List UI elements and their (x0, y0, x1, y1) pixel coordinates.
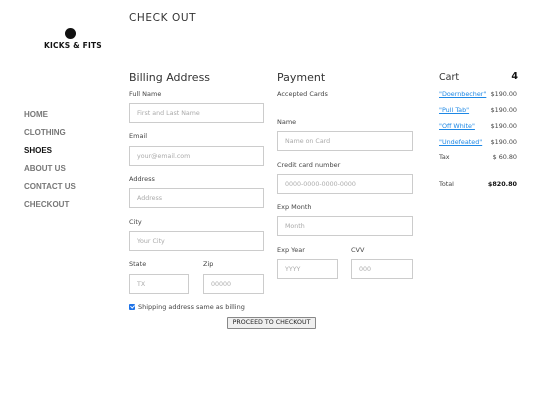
cart-tax-row: Tax $ 60.80 (439, 153, 517, 163)
nav-about-us[interactable]: ABOUT US (24, 164, 76, 182)
cart-item-price: $190.00 (490, 122, 517, 130)
nav-shoes[interactable]: SHOES (24, 146, 76, 164)
total-value: $820.80 (487, 180, 517, 188)
email-input[interactable] (129, 146, 264, 166)
card-name-label: Name (277, 118, 297, 126)
email-label: Email (129, 132, 148, 140)
cart-item-price: $190.00 (490, 138, 517, 146)
address-input[interactable] (129, 188, 264, 208)
exp-year-input[interactable] (277, 259, 338, 279)
cart-item: "Doernbecher" $190.00 (439, 90, 517, 100)
cart-item-link[interactable]: "Pull Tab" (439, 106, 469, 114)
card-name-input[interactable] (277, 131, 413, 151)
address-label: Address (129, 175, 155, 183)
exp-year-label: Exp Year (277, 246, 305, 254)
cvv-input[interactable] (351, 259, 413, 279)
logo-text: KICKS & FITS (44, 41, 102, 50)
cart-total-row: Total $820.80 (439, 180, 517, 190)
credit-card-label: Credit card number (277, 161, 341, 169)
tax-label: Tax (439, 153, 450, 161)
city-input[interactable] (129, 231, 264, 251)
cvv-label: CVV (351, 246, 365, 254)
tax-value: $ 60.80 (492, 153, 517, 161)
shipping-same-row[interactable]: Shipping address same as billing (129, 303, 245, 311)
zip-input[interactable] (203, 274, 264, 294)
exp-month-label: Exp Month (277, 203, 312, 211)
cart-item: "Pull Tab" $190.00 (439, 106, 517, 116)
cart-item: "Undefeated" $190.00 (439, 138, 517, 148)
total-label: Total (439, 180, 454, 188)
nav-contact-us[interactable]: CONTACT US (24, 182, 76, 200)
page-title: CHECK OUT (129, 12, 197, 24)
cart-item-link[interactable]: "Off White" (439, 122, 475, 130)
nav-clothing[interactable]: CLOTHING (24, 128, 76, 146)
brand-logo[interactable]: KICKS & FITS (44, 28, 102, 50)
cart-item: "Off White" $190.00 (439, 122, 517, 132)
billing-title: Billing Address (129, 71, 211, 84)
accepted-cards-label: Accepted Cards (277, 90, 328, 98)
fullname-label: Full Name (129, 90, 162, 98)
cart-title: Cart (439, 72, 460, 83)
city-label: City (129, 218, 142, 226)
exp-month-input[interactable] (277, 216, 413, 236)
cart-item-link[interactable]: "Undefeated" (439, 138, 482, 146)
state-label: State (129, 260, 147, 268)
logo-emblem-icon (64, 28, 76, 39)
cart-item-price: $190.00 (490, 90, 517, 98)
shipping-same-label: Shipping address same as billing (138, 303, 245, 311)
fullname-input[interactable] (129, 103, 264, 123)
nav-home[interactable]: HOME (24, 110, 76, 128)
zip-label: Zip (203, 260, 214, 268)
nav-checkout[interactable]: CHECKOUT (24, 200, 76, 218)
shipping-same-checkbox[interactable] (129, 304, 135, 310)
cart-item-price: $190.00 (490, 106, 517, 114)
cart-item-link[interactable]: "Doernbecher" (439, 90, 486, 98)
cart-count: 4 (511, 71, 518, 82)
credit-card-input[interactable] (277, 174, 413, 194)
state-input[interactable] (129, 274, 189, 294)
proceed-to-checkout-button[interactable]: PROCEED TO CHECKOUT (227, 317, 316, 329)
sidebar-nav: HOME CLOTHING SHOES ABOUT US CONTACT US … (24, 110, 76, 218)
payment-title: Payment (277, 71, 326, 84)
